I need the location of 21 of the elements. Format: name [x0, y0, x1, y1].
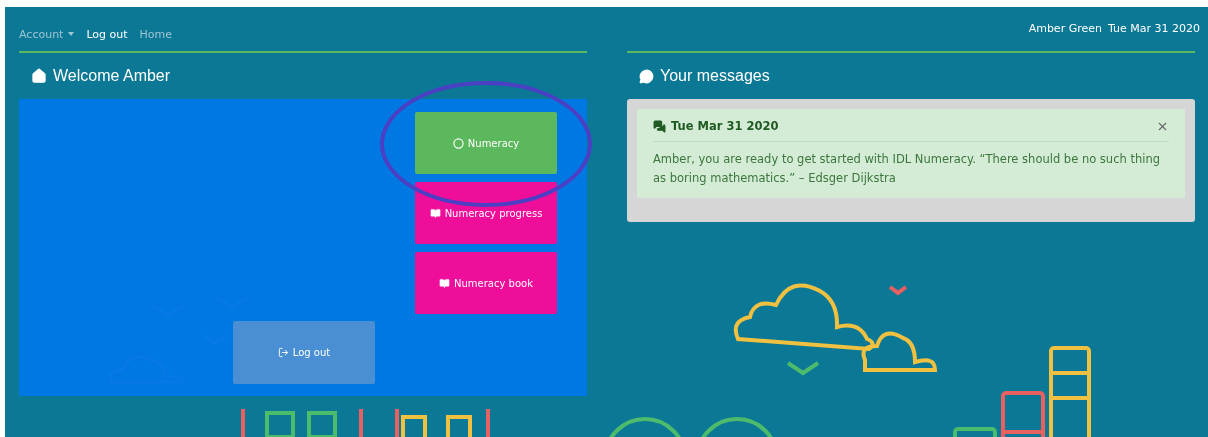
menu-tile[interactable]: Numeracy book [415, 252, 557, 314]
message-date: Tue Mar 31 2020 [671, 119, 779, 133]
book-icon [429, 207, 441, 219]
nav-link[interactable]: Home [139, 27, 173, 41]
logout-icon [277, 347, 289, 358]
circle-icon [452, 137, 464, 149]
home-icon [31, 68, 47, 84]
welcome-heading: Welcome Amber [19, 53, 587, 99]
caret-icon [68, 32, 75, 36]
user-name: Amber Green [1028, 21, 1102, 35]
chat-icon [653, 119, 666, 133]
speech-bubble-icon [639, 68, 654, 84]
account-dropdown[interactable]: Account [19, 27, 75, 41]
current-date: Tue Mar 31 2020 [1107, 21, 1200, 35]
menu-tile[interactable]: Numeracy [415, 112, 557, 174]
messages-heading: Your messages [627, 53, 1195, 99]
message-text: Amber, you are ready to get started with IDL Numeracy. “There should be no such thing as boring mathematics.” – Edsger Dijkstra [653, 151, 1161, 187]
nav-link[interactable]: Log out [86, 27, 128, 41]
logout-button[interactable]: Log out [233, 321, 375, 384]
book-icon [439, 277, 451, 289]
menu-tile[interactable]: Numeracy progress [415, 182, 557, 244]
